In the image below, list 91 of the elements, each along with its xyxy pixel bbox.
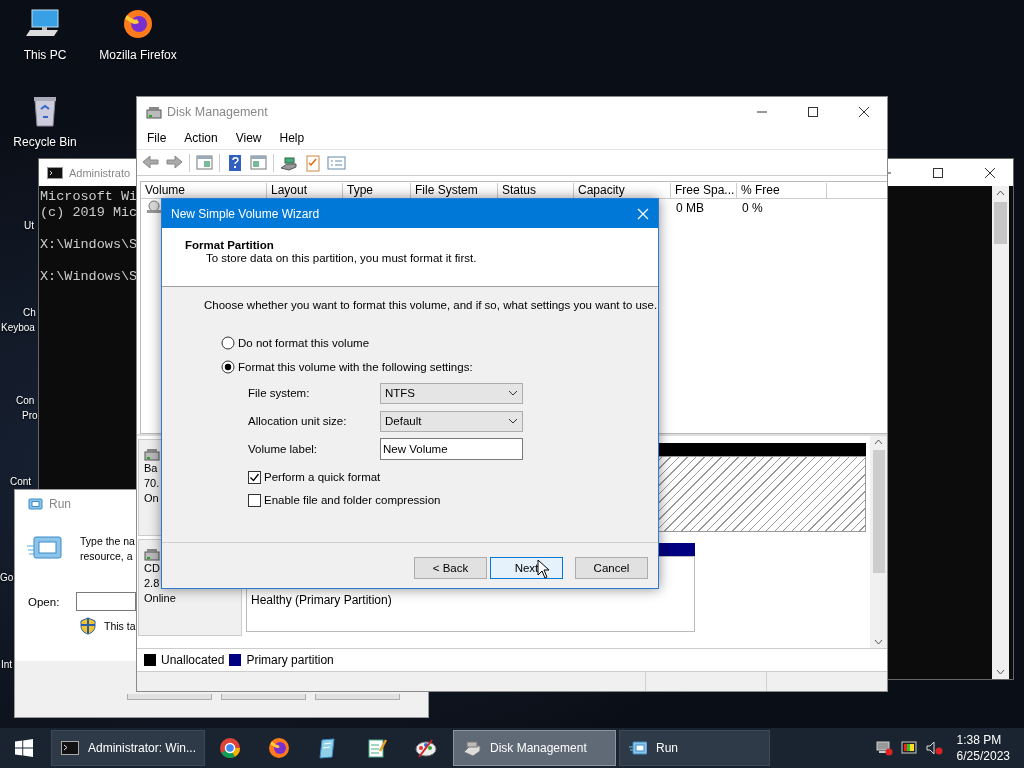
field-label: Allocation unit size: (248, 415, 348, 427)
table-cell-text: 0 % (741, 200, 764, 217)
console-icon (61, 740, 79, 756)
menu-item[interactable]: Action (175, 131, 227, 145)
console-line: (c) 2019 Mic (40, 205, 138, 221)
panel-icon[interactable] (195, 153, 214, 172)
console-line: X:\Windows\S (40, 269, 138, 285)
desktop-icon-label: Keyboa (1, 322, 35, 333)
windows-logo-icon (15, 739, 33, 757)
checkbox-option[interactable]: Enable file and folder compression (248, 493, 658, 507)
clock[interactable]: 1:38 PM 6/25/2023 (956, 732, 1010, 764)
chevron-down-icon (508, 418, 518, 424)
radio-option[interactable]: Do not format this volume (221, 336, 658, 350)
window-title: New Simple Volume Wizard (171, 206, 320, 221)
table-cell-text: 0 MB (675, 200, 705, 217)
checkbox-option[interactable]: Perform a quick format (248, 470, 658, 484)
forward-arrow-icon[interactable] (165, 153, 184, 172)
run-icon (27, 498, 43, 510)
desktop-icon[interactable]: Recycle Bin (3, 95, 87, 149)
menu-item[interactable]: View (226, 131, 271, 145)
disk-icon (146, 105, 162, 119)
desktop-icon[interactable]: Mozilla Firefox (96, 8, 180, 62)
scrollbar[interactable] (992, 186, 1009, 679)
page-heading: Format Partition (185, 239, 275, 251)
menu-item[interactable]: Help (270, 131, 314, 145)
window-title: Disk Management (167, 105, 268, 119)
disk-info: 2.8 (144, 576, 160, 591)
desktop-icon-label: Int (1, 659, 13, 670)
dropdown[interactable]: NTFS (380, 382, 523, 404)
network-icon[interactable] (874, 740, 893, 756)
taskbar-button[interactable]: Disk Management (453, 730, 616, 766)
radio-option[interactable]: Format this volume with the following settings: (221, 360, 658, 374)
column-header[interactable]: Volume (141, 182, 267, 199)
browser-icon[interactable] (267, 737, 290, 759)
legend-label: Primary partition (246, 653, 334, 667)
legend-label: Unallocated (161, 653, 225, 667)
window-title: Administrato (69, 166, 131, 179)
console-icon (47, 166, 63, 179)
desktop-icon-label: Pro (22, 410, 38, 421)
note-text: This ta (104, 620, 136, 632)
palette-icon[interactable] (414, 737, 437, 759)
shield-icon (80, 617, 96, 635)
scrollbar-thumb[interactable] (872, 450, 885, 573)
field-label: Open: (28, 595, 60, 608)
desktop-icon-label: Ut (24, 220, 34, 231)
instruction-text: Choose whether you want to format this volume, and if so, what settings you want to use. (204, 299, 658, 311)
disk-info: CD (144, 561, 160, 576)
console-line: Microsoft Wi (40, 189, 138, 205)
run-icon (27, 534, 63, 562)
cancel-button[interactable]: Cancel (575, 557, 648, 579)
disk-info: Online (144, 591, 176, 606)
desktop-icon-label: Con (16, 395, 35, 406)
browser-icon[interactable] (218, 737, 241, 759)
window-title: Run (49, 497, 71, 511)
back-button[interactable]: < Back (414, 557, 487, 579)
open-field[interactable] (76, 592, 137, 611)
checklist-icon[interactable] (303, 153, 322, 172)
chevron-down-icon (508, 390, 518, 396)
partition-status: Healthy (Primary Partition) (251, 593, 392, 607)
field-label: Volume label: (248, 443, 319, 455)
next-button[interactable]: Next (490, 557, 563, 579)
desktop-icon-label: Ch (23, 307, 36, 318)
desktop-icon-label: Cont (10, 476, 32, 487)
pointer-icon (537, 559, 550, 579)
console-line: X:\Windows\S (40, 237, 138, 253)
notepad-icon[interactable] (365, 737, 388, 759)
speaker-muted-icon[interactable] (924, 740, 943, 756)
disk-icon (463, 740, 481, 756)
column-header[interactable]: Free Spa... (671, 182, 737, 199)
column-header[interactable]: % Free (737, 182, 827, 199)
run-icon (629, 740, 647, 756)
description-text: Type the na (80, 534, 135, 549)
back-arrow-icon[interactable] (141, 153, 160, 172)
desktop-icon[interactable]: This PC (3, 8, 87, 62)
scrollbar-thumb[interactable] (994, 202, 1007, 244)
desktop-icon-label: Go (0, 572, 14, 583)
panel-icon[interactable] (249, 153, 268, 172)
disk-info: 70. (144, 476, 160, 491)
disk-info: Ba (144, 461, 158, 476)
display-icon[interactable] (900, 740, 917, 756)
dropdown[interactable]: Default (380, 410, 523, 432)
description-text: resource, a (80, 549, 133, 564)
taskbar-button[interactable]: Administrator: Win... (51, 730, 205, 766)
page-subheading: To store data on this partition, you must format it first. (205, 252, 478, 264)
field-label: File system: (248, 387, 311, 399)
scrollbar[interactable] (870, 436, 887, 648)
drive-icon (146, 200, 162, 214)
taskbar-button[interactable]: Run (619, 730, 770, 766)
text-field[interactable]: New Volume (380, 438, 523, 460)
menu-item[interactable]: File (138, 131, 176, 145)
disk-info: On (144, 491, 159, 506)
